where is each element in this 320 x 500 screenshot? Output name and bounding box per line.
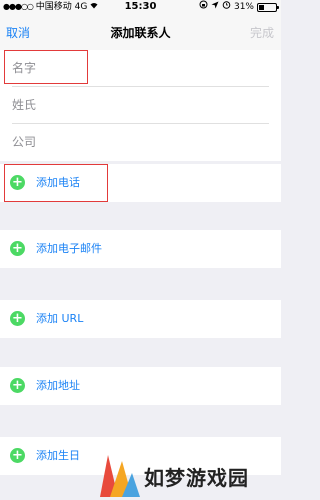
add-url-label: 添加 URL [36, 312, 84, 325]
navigation-bar: 取消 添加联系人 完成 [0, 14, 281, 51]
company-field[interactable]: 公司 [12, 124, 269, 160]
add-email-row[interactable]: + 添加电子邮件 [0, 230, 281, 268]
watermark: 如梦游戏园 [98, 450, 281, 500]
orientation-lock-icon [199, 0, 208, 14]
add-address-row[interactable]: + 添加地址 [0, 367, 281, 405]
add-address-label: 添加地址 [36, 379, 80, 392]
add-url-row[interactable]: + 添加 URL [0, 300, 281, 338]
highlight-box-name [4, 50, 88, 84]
highlight-box-phone [4, 164, 108, 202]
add-icon: + [10, 448, 25, 463]
watermark-text: 如梦游戏园 [144, 466, 249, 490]
location-icon [211, 0, 219, 14]
add-email-label: 添加电子邮件 [36, 242, 102, 255]
add-icon: + [10, 311, 25, 326]
page-title: 添加联系人 [110, 26, 171, 40]
battery-fill [259, 4, 264, 10]
last-name-field[interactable]: 姓氏 [12, 87, 269, 124]
alarm-icon [222, 0, 231, 14]
watermark-logo-icon [100, 455, 140, 497]
done-button[interactable]: 完成 [250, 24, 274, 41]
add-birthday-label: 添加生日 [36, 449, 80, 462]
battery-percent: 31% [233, 2, 254, 12]
battery-icon [257, 2, 279, 12]
add-icon: + [10, 241, 25, 256]
status-right: 31% [199, 0, 279, 14]
status-bar: ●●●○○ 中国移动 4G 15:30 31% [0, 0, 281, 14]
add-icon: + [10, 378, 25, 393]
